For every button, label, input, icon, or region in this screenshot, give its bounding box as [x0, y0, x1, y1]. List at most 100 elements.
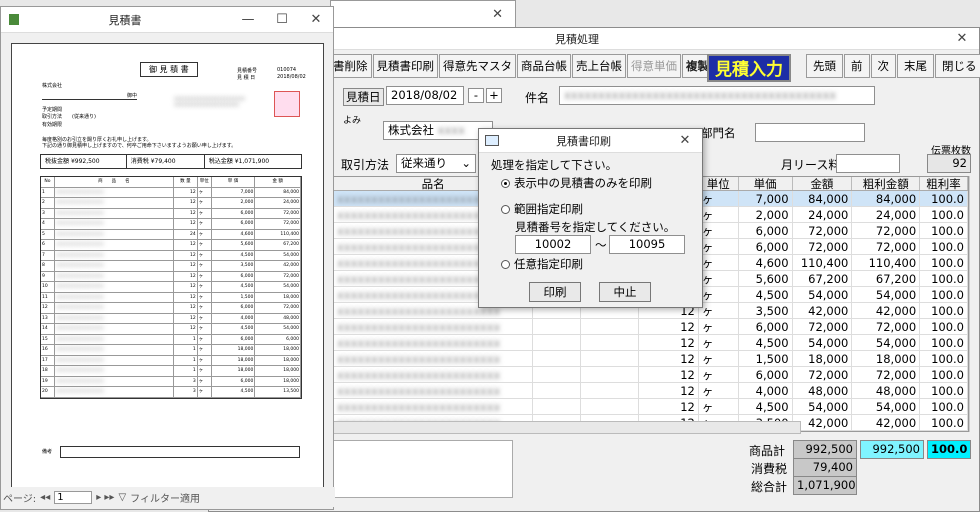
grid-cell[interactable]: 18,000	[852, 351, 921, 366]
customer-field[interactable]: 株式会社 xxxx	[383, 121, 493, 140]
grid-cell[interactable]: ヶ	[699, 287, 739, 302]
range-to-input[interactable]: 10095	[609, 235, 685, 254]
memo-area[interactable]	[333, 440, 513, 498]
grid-cell[interactable]: 100.0	[920, 351, 968, 366]
grid-scrollbar[interactable]	[969, 176, 979, 432]
grid-cell[interactable]: 72,000	[793, 239, 853, 254]
grid-cell[interactable]: 12	[639, 351, 699, 366]
grid-cell[interactable]	[581, 351, 640, 366]
grid-cell[interactable]: 72,000	[793, 367, 853, 382]
kenmei-field[interactable]: xxxxxxxxxxxxxxxxxxxxxxxxxxxxxxxxxxxxxxxx	[559, 86, 875, 105]
grid-cell[interactable]: xxxxxxxxxxxxxxxxxxxxxxxx	[334, 399, 534, 414]
grid-cell[interactable]: 12	[639, 319, 699, 334]
grid-cell[interactable]: 42,000	[852, 303, 921, 318]
grid-cell[interactable]: 42,000	[793, 303, 853, 318]
grid-cell[interactable]: 12	[639, 399, 699, 414]
print-button[interactable]: 印刷	[529, 282, 581, 302]
next-page-icon[interactable]: ▸ ▸▸	[96, 492, 114, 503]
grid-cell[interactable]: 1,500	[739, 351, 793, 366]
grid-cell[interactable]: 100.0	[920, 399, 968, 414]
close-icon[interactable]: ✕	[668, 133, 702, 148]
toolbar-button-3[interactable]: 商品台帳	[517, 54, 571, 78]
radio-icon[interactable]	[501, 260, 510, 269]
grid-cell[interactable]: 100.0	[920, 367, 968, 382]
table-row[interactable]: xxxxxxxxxxxxxxxxxxxxxxxx 12 ヶ 4,000 48,000 48…	[334, 383, 968, 399]
nav-button-1[interactable]: 前	[844, 54, 870, 78]
grid-cell[interactable]: 84,000	[793, 191, 853, 206]
grid-cell[interactable]: 110,400	[793, 255, 853, 270]
minimize-icon[interactable]: —	[231, 12, 265, 27]
grid-cell[interactable]: 4,500	[739, 287, 793, 302]
grid-cell[interactable]: 42,000	[793, 415, 853, 430]
grid-cell[interactable]: 5,600	[739, 271, 793, 286]
grid-cell[interactable]: 100.0	[920, 383, 968, 398]
grid-cell[interactable]: 54,000	[852, 287, 921, 302]
date-field[interactable]: 2018/08/02	[386, 86, 464, 105]
grid-cell[interactable]: 3,500	[739, 303, 793, 318]
grid-cell[interactable]: 6,000	[739, 223, 793, 238]
grid-cell[interactable]: 72,000	[852, 367, 921, 382]
close-icon[interactable]: ✕	[299, 12, 333, 27]
grid-cell[interactable]: 100.0	[920, 239, 968, 254]
nav-button-2[interactable]: 次	[870, 54, 896, 78]
torihiki-select[interactable]: 従来通り ⌄	[396, 154, 476, 173]
grid-cell[interactable]	[581, 399, 640, 414]
option-range[interactable]: 範囲指定印刷	[501, 201, 583, 217]
toolbar-button-2[interactable]: 得意先マスタ	[439, 54, 516, 78]
toolbar-button-0[interactable]: 書削除	[329, 54, 372, 78]
grid-cell[interactable]: xxxxxxxxxxxxxxxxxxxxxxxx	[334, 367, 534, 382]
grid-cell[interactable]: 100.0	[920, 271, 968, 286]
grid-cell[interactable]	[581, 319, 640, 334]
table-row[interactable]: xxxxxxxxxxxxxxxxxxxxxxxx12ヶ4,50054,00054…	[334, 399, 968, 415]
grid-cell[interactable]: 18,000	[793, 351, 853, 366]
grid-cell[interactable]: 72,000	[852, 319, 921, 334]
grid-cell[interactable]: 67,200	[852, 271, 921, 286]
close-icon[interactable]: ✕	[492, 7, 503, 22]
bumon-field[interactable]	[755, 123, 865, 142]
grid-cell[interactable]: 12	[639, 367, 699, 382]
toolbar-button-4[interactable]: 売上台帳	[572, 54, 626, 78]
grid-cell[interactable]: ヶ	[699, 351, 739, 366]
grid-cell[interactable]: 4,500	[739, 335, 793, 350]
grid-cell[interactable]: 100.0	[920, 255, 968, 270]
page-input[interactable]: 1	[54, 490, 93, 504]
cancel-button[interactable]: 中止	[599, 282, 651, 302]
radio-icon[interactable]	[501, 205, 510, 214]
grid-cell[interactable]: ヶ	[699, 319, 739, 334]
grid-cell[interactable]: 7,000	[739, 191, 793, 206]
table-row[interactable]: xxxxxxxxxxxxxxxxxxxxxxxx12ヶ4,50054,00054…	[334, 335, 968, 351]
grid-cell[interactable]: 67,200	[793, 271, 853, 286]
grid-cell[interactable]	[533, 399, 582, 414]
grid-cell[interactable]	[533, 351, 582, 366]
grid-cell[interactable]: 72,000	[793, 319, 853, 334]
grid-cell[interactable]	[533, 319, 582, 334]
option-current[interactable]: 表示中の見積書のみを印刷	[501, 175, 652, 191]
grid-cell[interactable]: ヶ	[699, 367, 739, 382]
grid-cell[interactable]: 100.0	[920, 207, 968, 222]
grid-cell[interactable]: 100.0	[920, 415, 968, 430]
grid-cell[interactable]	[533, 367, 582, 382]
nav-button-0[interactable]: 先頭	[806, 54, 843, 78]
grid-cell[interactable]	[581, 383, 640, 398]
grid-cell[interactable]: xxxxxxxxxxxxxxxxxxxxxxxx	[334, 319, 534, 334]
grid-cell[interactable]: 42,000	[852, 415, 921, 430]
grid-cell[interactable]: 54,000	[793, 399, 853, 414]
lease-field[interactable]	[836, 154, 900, 173]
horizontal-scrollbar[interactable]	[333, 421, 801, 434]
option-arbitrary[interactable]: 任意指定印刷	[501, 256, 583, 272]
grid-cell[interactable]: 100.0	[920, 191, 968, 206]
date-minus-button[interactable]: -	[468, 88, 484, 103]
toolbar-button-1[interactable]: 見積書印刷	[372, 54, 438, 78]
table-row[interactable]: xxxxxxxxxxxxxxxxxxxxxxxx 12 ヶ 1,500 18,000 18…	[334, 351, 968, 367]
radio-icon[interactable]	[501, 179, 510, 188]
grid-cell[interactable]: 6,000	[739, 319, 793, 334]
grid-cell[interactable]: xxxxxxxxxxxxxxxxxxxxxxxx	[334, 383, 534, 398]
estimate-input-button[interactable]: 見積入力	[707, 54, 791, 82]
grid-cell[interactable]: ヶ	[699, 335, 739, 350]
grid-cell[interactable]: 84,000	[852, 191, 921, 206]
grid-cell[interactable]: xxxxxxxxxxxxxxxxxxxxxxxx	[334, 335, 534, 350]
grid-cell[interactable]: 12	[639, 335, 699, 350]
grid-cell[interactable]: 72,000	[793, 223, 853, 238]
grid-cell[interactable]: 6,000	[739, 367, 793, 382]
nav-button-4[interactable]: 閉じる	[935, 54, 980, 78]
